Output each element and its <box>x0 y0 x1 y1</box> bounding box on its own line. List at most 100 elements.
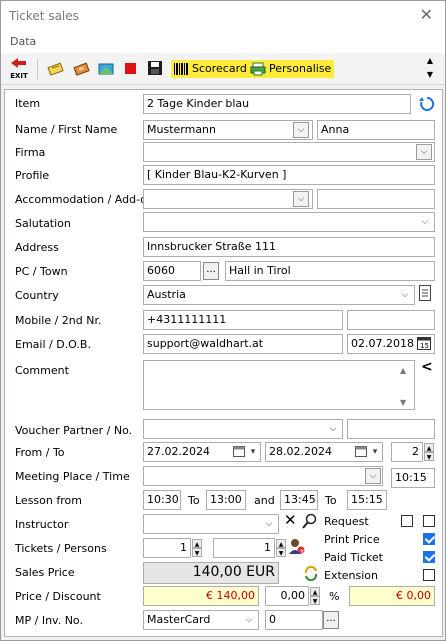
ticket-form: Item 2 Tage Kinder blau Name / First Nam… <box>4 89 443 637</box>
scroll-up-icon[interactable]: ▲ <box>400 366 406 375</box>
personalise-button[interactable]: Personalise <box>248 60 335 78</box>
collapse-marker[interactable]: < <box>421 359 433 375</box>
toolbar-scroll-up-icon[interactable]: ▲ <box>427 56 433 65</box>
invoice-number-field[interactable]: 0 <box>265 610 323 630</box>
persons-field[interactable]: 1 <box>213 538 275 558</box>
close-icon[interactable]: ✕ <box>420 5 433 24</box>
salutation-label: Salutation <box>15 217 71 230</box>
persons-stepper[interactable]: ▲ ▼ <box>276 539 286 557</box>
ticket-icon[interactable] <box>73 60 91 81</box>
calendar-icon[interactable] <box>355 445 367 457</box>
sales-price-field: 140,00 EUR <box>143 562 279 584</box>
profile-label: Profile <box>15 169 50 182</box>
postcode-field[interactable]: 6060 <box>143 261 201 281</box>
chevron-down-icon[interactable]: ▾ <box>369 446 381 458</box>
chevron-down-icon[interactable]: ▾ <box>247 446 259 458</box>
name-label: Name / First Name <box>15 123 118 136</box>
discount-stepper[interactable]: ▲ ▼ <box>310 587 320 605</box>
meeting-place-select[interactable] <box>143 466 383 486</box>
from-to-label: From / To <box>15 446 65 459</box>
calendar-icon[interactable] <box>233 445 245 457</box>
scorecard-button[interactable]: Scorecard <box>171 60 250 78</box>
town-field[interactable]: Hall in Tirol <box>225 261 435 281</box>
search-icon[interactable] <box>302 513 318 529</box>
instructor-select[interactable] <box>143 514 279 534</box>
invoice-lookup-button[interactable]: ... <box>323 611 339 629</box>
scroll-down-icon[interactable]: ▼ <box>400 398 406 407</box>
payment-method-select[interactable]: MasterCard <box>143 610 259 630</box>
card-icon[interactable] <box>97 60 115 81</box>
to-word-2: To <box>325 494 337 507</box>
item-label: Item <box>15 97 41 110</box>
calendar-icon[interactable]: 15 <box>417 336 431 350</box>
voucher-icon[interactable] <box>47 60 65 81</box>
addon-field[interactable] <box>317 189 435 209</box>
days-stepper[interactable]: ▲ ▼ <box>424 443 434 461</box>
address-label: Address <box>15 241 59 254</box>
toolbar-scroll-down-icon[interactable]: ▼ <box>427 70 433 79</box>
clear-icon[interactable]: ✕ <box>284 511 297 529</box>
voucher-number-field[interactable] <box>347 419 435 439</box>
paid-ticket-checkbox[interactable] <box>423 551 435 563</box>
discount-field[interactable]: 0,00 <box>265 586 309 606</box>
chevron-down-icon[interactable]: ⌵ <box>327 423 339 435</box>
tickets-stepper[interactable]: ▲ ▼ <box>192 539 202 557</box>
email-field[interactable]: support@waldhart.at <box>143 334 343 354</box>
lesson-from1-field[interactable]: 10:30 <box>143 490 181 510</box>
first-name-field[interactable]: Anna <box>317 120 435 140</box>
print-price-label: Print Price <box>324 533 380 546</box>
save-icon[interactable] <box>147 60 163 79</box>
comment-field[interactable] <box>143 360 415 410</box>
exit-button[interactable]: EXIT <box>9 57 29 81</box>
lesson-to2-field[interactable]: 15:15 <box>347 490 387 510</box>
price-discount-label: Price / Discount <box>15 590 101 603</box>
postcode-lookup-button[interactable]: ... <box>203 262 219 280</box>
stop-icon[interactable] <box>125 63 136 74</box>
tickets-field[interactable]: 1 <box>143 538 191 558</box>
chevron-down-icon[interactable]: ⌵ <box>293 191 309 207</box>
svg-text:+: + <box>299 547 305 555</box>
salutation-select[interactable] <box>143 212 435 232</box>
address-field[interactable]: Innsbrucker Straße 111 <box>143 237 435 257</box>
print-price-checkbox[interactable] <box>423 533 435 545</box>
chevron-down-icon[interactable]: ⌵ <box>419 216 431 228</box>
accommodation-field[interactable] <box>143 189 313 209</box>
lesson-label: Lesson from <box>15 494 82 507</box>
profile-field[interactable]: [ Kinder Blau-K2-Kurven ] <box>143 165 435 185</box>
chevron-down-icon[interactable]: ⌵ <box>263 518 275 530</box>
printer-icon <box>250 62 266 76</box>
discount-amount-field[interactable]: € 0,00 <box>349 586 435 606</box>
list-icon[interactable] <box>419 285 431 301</box>
country-label: Country <box>15 289 59 302</box>
euro-refresh-icon[interactable] <box>303 565 319 581</box>
meeting-time-field[interactable]: 10:15 <box>391 468 435 488</box>
request-checkbox[interactable] <box>401 515 413 527</box>
chevron-down-icon[interactable]: ⌵ <box>243 614 255 626</box>
extension-checkbox[interactable] <box>423 569 435 581</box>
last-name-field[interactable]: Mustermann <box>143 120 313 140</box>
percent-sign: % <box>329 590 340 603</box>
days-field[interactable]: 2 <box>391 442 423 462</box>
person-add-icon[interactable]: + <box>287 537 305 555</box>
price-field[interactable]: € 140,00 <box>143 586 259 606</box>
voucher-partner-select[interactable] <box>143 419 343 439</box>
second-number-field[interactable] <box>347 310 435 330</box>
firma-field[interactable] <box>143 142 435 162</box>
meeting-label: Meeting Place / Time <box>15 470 130 483</box>
chevron-down-icon[interactable]: ⌵ <box>399 289 411 301</box>
lesson-from2-field[interactable]: 13:45 <box>280 490 318 510</box>
mp-inv-label: MP / Inv. No. <box>15 614 83 627</box>
lesson-to1-field[interactable]: 13:00 <box>206 490 246 510</box>
menu-data[interactable]: Data <box>10 35 36 48</box>
chevron-down-icon[interactable]: ⌵ <box>416 144 432 160</box>
instructor-label: Instructor <box>15 518 69 531</box>
refresh-icon[interactable] <box>419 96 435 112</box>
chevron-down-icon[interactable]: ⌵ <box>293 122 309 138</box>
window-title: Ticket sales <box>9 9 79 23</box>
mobile-field[interactable]: +4311111111 <box>143 310 343 330</box>
request-checkbox-2[interactable] <box>423 515 435 527</box>
country-select[interactable]: Austria <box>143 285 415 305</box>
sales-price-label: Sales Price <box>15 566 75 579</box>
item-field[interactable]: 2 Tage Kinder blau <box>143 94 411 114</box>
chevron-down-icon[interactable]: ⌵ <box>365 468 381 484</box>
